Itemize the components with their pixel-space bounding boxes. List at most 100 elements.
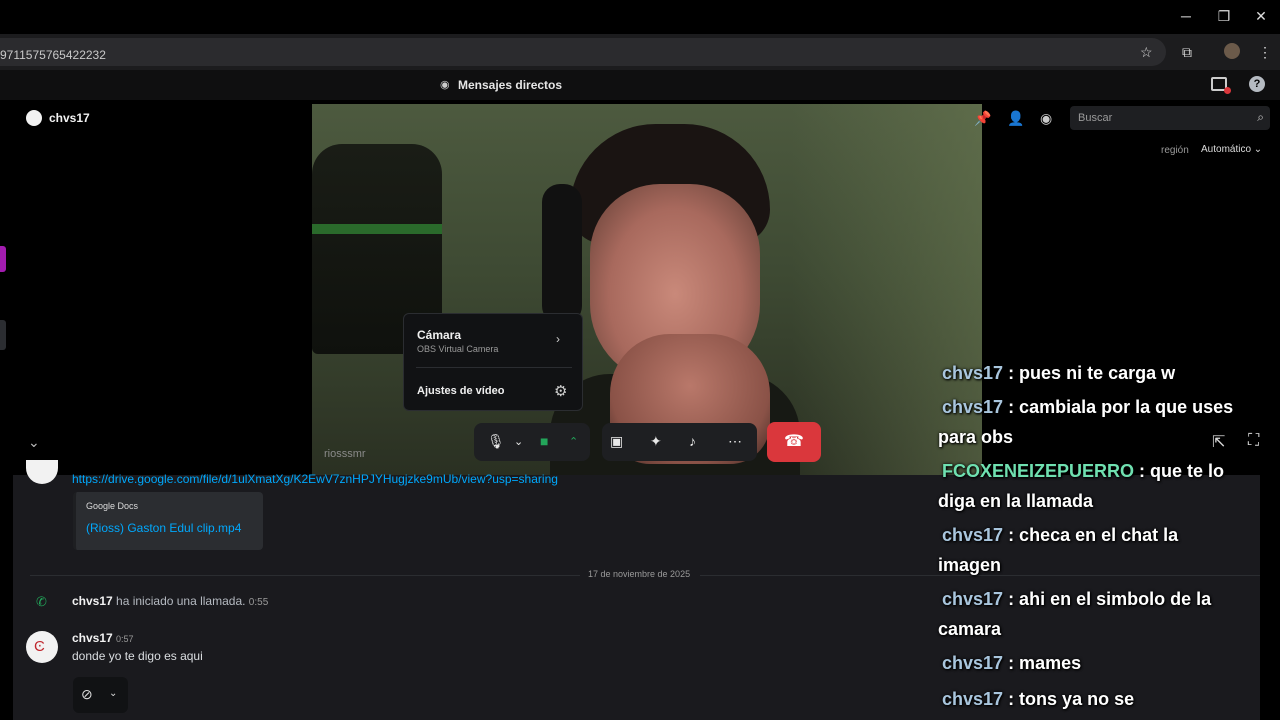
- star-icon[interactable]: ☆: [1140, 44, 1153, 61]
- avatar[interactable]: Ͼ: [26, 631, 58, 663]
- address-bar: 9711575765422232 ☆ ⧉ ⋮: [0, 34, 1280, 70]
- headset: [542, 184, 582, 324]
- participant-label: riosssmr: [324, 448, 366, 460]
- stream-chat-line: chvs17 : cambiala por la que uses: [942, 392, 1266, 422]
- embed-provider: Google Docs: [86, 501, 139, 511]
- stream-chat-line: chvs17 : checa en el chat la: [942, 520, 1266, 550]
- embed-title[interactable]: (Rioss) Gaston Edul clip.mp4: [86, 521, 241, 535]
- stream-chat-text: : pues ni te carga w: [1003, 363, 1176, 383]
- stream-chat-text: : checa en el chat la: [1003, 525, 1179, 545]
- camera-menu-title[interactable]: Cámara: [417, 328, 461, 342]
- system-message-user[interactable]: chvs17: [72, 594, 113, 608]
- chevron-down-icon[interactable]: ⌄: [109, 688, 117, 699]
- stream-chat-line: para obs: [938, 422, 1262, 452]
- server-indicator: [0, 246, 6, 272]
- close-icon[interactable]: ✕: [1251, 8, 1271, 25]
- gear-icon[interactable]: ⚙: [554, 382, 567, 400]
- stream-chat-user: chvs17: [942, 363, 1004, 383]
- stream-chat-line: FCOXENEIZEPUERRO : que te lo: [942, 456, 1266, 486]
- stream-chat-line: chvs17 : mames: [942, 648, 1266, 678]
- restore-icon[interactable]: ❐: [1214, 8, 1234, 25]
- browser-title-bar: ─ ❐ ✕: [0, 0, 1280, 34]
- stream-chat-line: camara: [938, 614, 1262, 644]
- stream-chat-line: chvs17 : tons ya no se: [942, 684, 1266, 714]
- call-user-name: chvs17: [49, 111, 90, 125]
- system-message-time: 0:55: [248, 597, 269, 608]
- help-icon[interactable]: ?: [1249, 76, 1265, 92]
- message-header: chvs17 0:57: [72, 631, 134, 645]
- stream-chat-text: : mames: [1003, 653, 1082, 673]
- profile-icon[interactable]: [1224, 43, 1240, 59]
- camera-icon[interactable]: ■: [540, 433, 548, 449]
- menu-divider: [416, 367, 572, 368]
- activity-controls: ▣ ✦ ♪ ⋯: [602, 423, 757, 461]
- message-time: 0:57: [116, 634, 134, 644]
- stream-chat-text: camara: [938, 619, 1002, 639]
- camera-options-chevron-icon[interactable]: ⌃: [569, 435, 578, 448]
- stream-chat-user: chvs17: [942, 689, 1004, 709]
- stream-chat-text: : que te lo: [1134, 461, 1225, 481]
- search-icon: ⌕: [1257, 110, 1264, 124]
- stream-chat-user: FCOXENEIZEPUERRO: [942, 461, 1135, 481]
- url-input[interactable]: 9711575765422232: [0, 38, 1166, 66]
- more-icon[interactable]: ⋮: [1258, 44, 1272, 61]
- stream-chat-line: imagen: [938, 550, 1262, 580]
- server-indicator: [0, 320, 6, 350]
- system-message-text: ha iniciado una llamada.: [112, 594, 249, 608]
- system-message: chvs17 ha iniciado una llamada. 0:55: [72, 594, 268, 608]
- stream-chat-text: diga en la llamada: [938, 491, 1094, 511]
- stream-chat-text: : ahi en el simbolo de la: [1003, 589, 1212, 609]
- discord-icon: ◉: [440, 79, 450, 91]
- jersey-stripe: [312, 224, 442, 234]
- stream-chat-user: chvs17: [942, 397, 1004, 417]
- stream-chat-line: chvs17 : pues ni te carga w: [942, 358, 1266, 388]
- camera-device: OBS Virtual Camera: [417, 344, 499, 354]
- attachment-button[interactable]: ⊘ ⌄: [73, 677, 128, 713]
- extensions-icon[interactable]: ⧉: [1182, 44, 1192, 61]
- message-text: donde yo te digo es aqui: [72, 649, 203, 663]
- avatar: [26, 110, 42, 126]
- stream-chat-line: diga en la llamada: [938, 486, 1262, 516]
- chevron-down-icon[interactable]: ⌄: [28, 434, 40, 451]
- link-embed: Google Docs (Rioss) Gaston Edul clip.mp4: [73, 492, 263, 550]
- message-author[interactable]: chvs17: [72, 631, 113, 645]
- notification-dot: [1224, 87, 1231, 94]
- avatar-logo-icon: Ͼ: [34, 638, 45, 655]
- media-controls: 🎙 ⌄ ■ ⌃: [474, 423, 590, 461]
- add-friend-icon[interactable]: 👤: [1007, 110, 1024, 127]
- stream-chat-user: chvs17: [942, 589, 1004, 609]
- screen-share-icon[interactable]: ▣: [610, 433, 623, 450]
- minimize-icon[interactable]: ─: [1176, 8, 1196, 24]
- stream-chat-text: : cambiala por la que uses: [1003, 397, 1234, 417]
- hang-up-button[interactable]: ☎: [767, 422, 821, 462]
- activities-icon[interactable]: ✦: [650, 433, 662, 450]
- stream-chat-user: chvs17: [942, 653, 1004, 673]
- video-settings-item[interactable]: Ajustes de vídeo: [417, 385, 504, 397]
- region-label: región: [1161, 145, 1189, 156]
- stream-chat-text: imagen: [938, 555, 1002, 575]
- region-dropdown[interactable]: Automático ⌄: [1201, 144, 1262, 155]
- stream-chat-user: chvs17: [942, 525, 1004, 545]
- video-feed[interactable]: [312, 104, 982, 476]
- more-options-icon[interactable]: ⋯: [728, 433, 742, 450]
- soundboard-icon[interactable]: ♪: [689, 433, 696, 449]
- discord-top-bar: ◉ Mensajes directos ?: [0, 70, 1280, 100]
- search-placeholder: Buscar: [1078, 112, 1113, 124]
- hidden-image-icon: ⊘: [81, 686, 93, 702]
- stream-chat-line: chvs17 : ahi en el simbolo de la: [942, 584, 1266, 614]
- phone-icon: ✆: [36, 594, 47, 609]
- divider: [30, 575, 580, 576]
- message-link[interactable]: https://drive.google.com/file/d/1ulXmatX…: [72, 472, 558, 486]
- stream-chat-text: : tons ya no se: [1003, 689, 1135, 709]
- dm-title: Mensajes directos: [458, 78, 563, 92]
- camera-menu: Cámara OBS Virtual Camera › Ajustes de v…: [403, 313, 583, 411]
- search-input[interactable]: Buscar ⌕: [1070, 106, 1270, 130]
- stream-chat-text: para obs: [938, 427, 1014, 447]
- user-profile-icon[interactable]: ◉: [1040, 110, 1052, 127]
- url-text: 9711575765422232: [0, 48, 106, 62]
- date-separator: 17 de noviembre de 2025: [588, 569, 691, 579]
- mic-options-chevron-icon[interactable]: ⌄: [514, 435, 523, 448]
- microphone-icon[interactable]: 🎙: [487, 433, 505, 450]
- pin-icon[interactable]: 📌: [974, 110, 991, 127]
- chevron-right-icon[interactable]: ›: [556, 332, 560, 346]
